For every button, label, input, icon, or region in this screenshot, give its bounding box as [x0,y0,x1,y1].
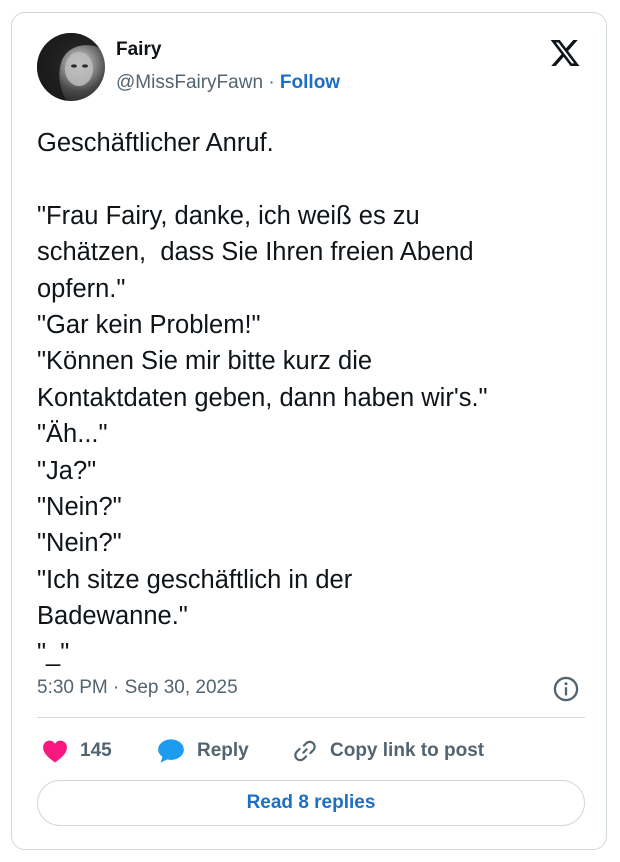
tweet-text-line: Badewanne." [37,602,188,631]
tweet-text-line: schätzen, dass Sie Ihren freien Abend [37,238,474,267]
tweet-text-line: Kontaktdaten geben, dann haben wir's." [37,383,488,412]
author-handle-row: @MissFairyFawn · Follow [116,72,340,94]
heart-icon [43,740,67,763]
tweet-text-line: "Äh..." [37,420,108,449]
reply-label: Reply [197,740,249,761]
like-count: 145 [80,740,112,761]
copy-link-label: Copy link to post [330,740,485,761]
like-button[interactable]: 145 [42,735,112,767]
tweet-text-line: opfern." [37,274,126,303]
tweet-card: Fairy @MissFairyFawn · Follow Geschäftli… [11,12,607,850]
copy-link-button[interactable]: Copy link to post [292,735,484,767]
x-logo-icon[interactable] [548,37,582,69]
reply-button[interactable]: Reply [157,735,249,767]
tweet-text-line: "Nein?" [37,493,122,522]
tweet-text-line: "Ich sitze geschäftlich in der [37,565,353,594]
tweet-text-line: "Können Sie mir bitte kurz die [37,347,373,376]
author-handle[interactable]: @MissFairyFawn [116,72,263,93]
tweet-text-line: "_" [37,638,70,667]
tweet-text-line: "Nein?" [37,529,122,558]
tweet-text-line: "Frau Fairy, danke, ich weiß es zu [37,201,420,230]
tweet-text-line: Geschäftlicher Anruf. [37,129,274,157]
avatar[interactable] [37,33,105,101]
tweet-text-line [37,161,597,197]
tweet-text-line: "Ja?" [37,456,97,485]
divider [37,717,585,718]
read-replies-button[interactable]: Read 8 replies [37,780,585,826]
follow-link[interactable]: Follow [280,72,340,93]
link-icon [294,740,316,762]
speech-bubble-icon [158,739,184,763]
tweet-text-line: "Gar kein Problem!" [37,311,261,340]
author-name[interactable]: Fairy [116,39,161,61]
handle-separator: · [268,72,275,93]
tweet-timestamp[interactable]: 5:30 PM · Sep 30, 2025 [37,677,238,699]
info-icon[interactable] [552,675,580,703]
tweet-text: Geschäftlicher Anruf. "Frau Fairy, danke,… [37,125,597,671]
